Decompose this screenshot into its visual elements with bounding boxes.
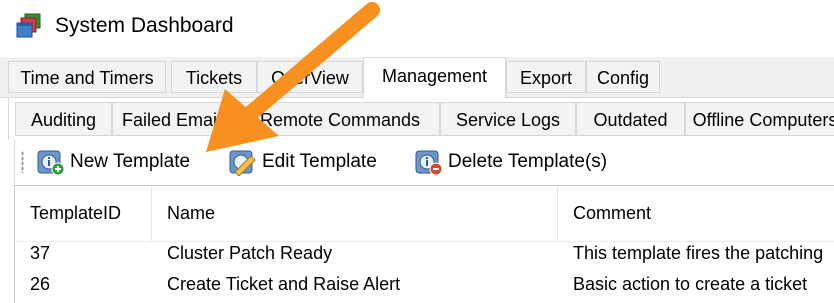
- new-template-label: New Template: [70, 151, 191, 172]
- secondary-tab-strip: Auditing Failed Emails Remote Commands S…: [8, 98, 834, 140]
- cell-comment: This template fires the patching: [573, 243, 824, 263]
- toolbar-grip[interactable]: [21, 151, 24, 173]
- cell-comment: Basic action to create a ticket: [573, 274, 808, 294]
- new-template-icon: [37, 150, 65, 176]
- cell-templateid: 26: [30, 274, 51, 294]
- edit-template-icon: [229, 150, 256, 176]
- stacked-windows-icon: [16, 13, 41, 38]
- table-row[interactable]: 26 Create Ticket and Raise Alert Basic a…: [15, 269, 834, 300]
- tab-config[interactable]: Config: [586, 61, 660, 93]
- tab-service-logs[interactable]: Service Logs: [440, 102, 576, 136]
- cell-templateid: 37: [30, 243, 51, 263]
- templates-table: TemplateID Name Comment 37 Cluster Patch…: [14, 185, 834, 303]
- cell-name: Create Ticket and Raise Alert: [167, 274, 401, 294]
- tab-auditing[interactable]: Auditing: [15, 102, 112, 136]
- delete-template-label: Delete Template(s): [448, 151, 608, 172]
- tab-outdated[interactable]: Outdated: [576, 102, 685, 136]
- delete-template-icon: [415, 150, 443, 176]
- tab-time-and-timers[interactable]: Time and Timers: [8, 61, 166, 93]
- delete-template-button[interactable]: Delete Template(s): [415, 146, 607, 178]
- column-header-templateid[interactable]: TemplateID: [15, 186, 152, 241]
- template-toolbar: New Template Edit Template Delete Templa…: [14, 140, 834, 184]
- window-title: System Dashboard: [55, 14, 234, 37]
- title-bar: System Dashboard: [0, 0, 834, 54]
- tab-remote-commands[interactable]: Remote Commands: [240, 102, 440, 136]
- tab-overview[interactable]: OverView: [257, 61, 363, 93]
- tab-export[interactable]: Export: [506, 61, 586, 93]
- tab-tickets[interactable]: Tickets: [171, 61, 257, 93]
- cell-name: Cluster Patch Ready: [167, 243, 333, 263]
- column-header-name[interactable]: Name: [152, 186, 558, 241]
- primary-tab-strip: Time and Timers Tickets OverView Managem…: [0, 57, 834, 98]
- table-header: TemplateID Name Comment: [15, 186, 834, 242]
- table-row[interactable]: 37 Cluster Patch Ready This template fir…: [15, 238, 834, 269]
- edit-template-label: Edit Template: [262, 151, 377, 172]
- column-header-comment[interactable]: Comment: [558, 186, 834, 241]
- new-template-button[interactable]: New Template: [37, 146, 190, 178]
- tab-management[interactable]: Management: [363, 57, 506, 98]
- tab-failed-emails[interactable]: Failed Emails: [112, 102, 240, 136]
- tab-offline-computers[interactable]: Offline Computers: [685, 102, 834, 136]
- edit-template-button[interactable]: Edit Template: [229, 146, 377, 178]
